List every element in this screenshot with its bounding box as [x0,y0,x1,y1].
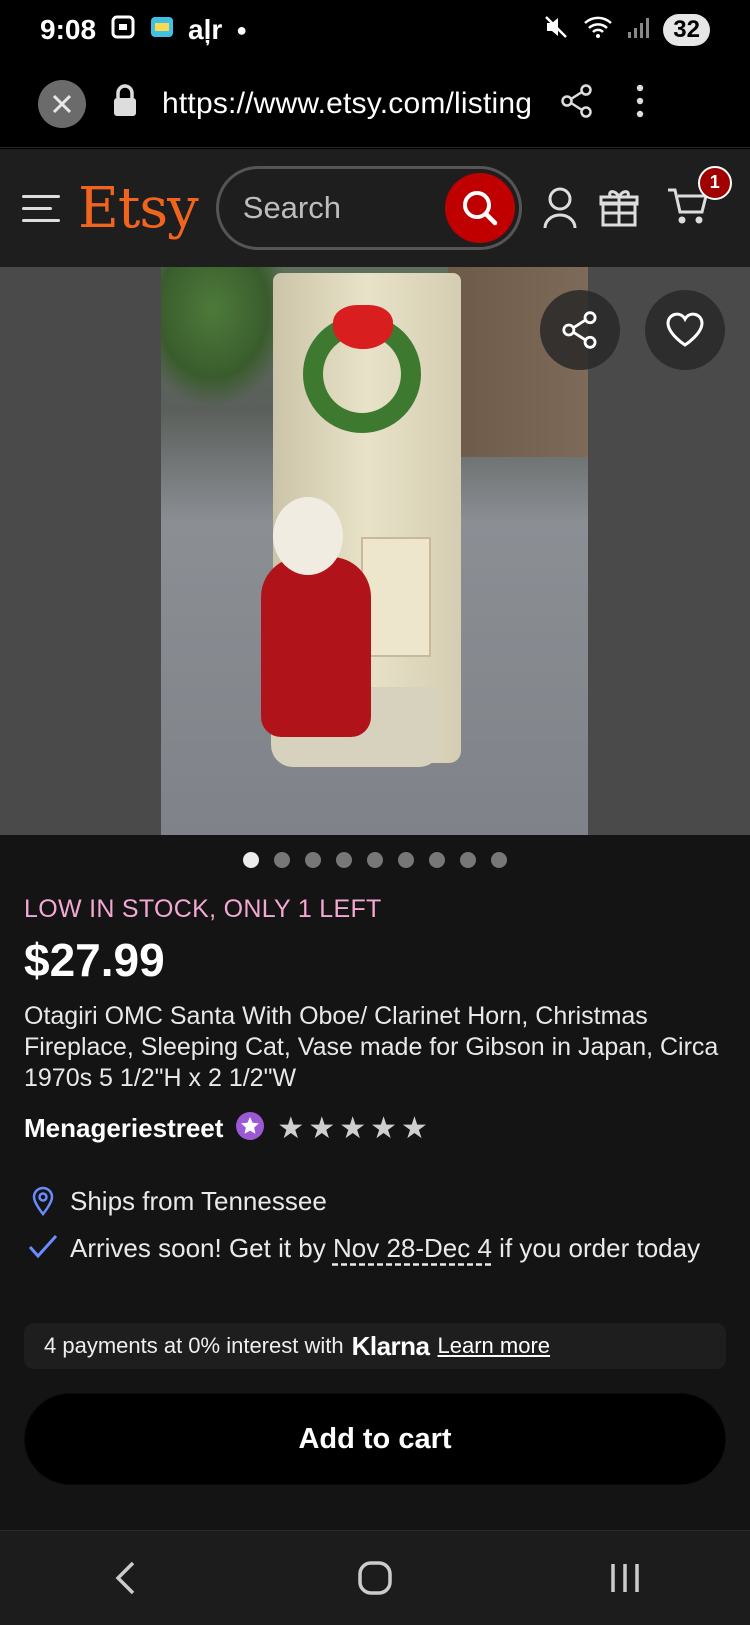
star-icon: ★ [277,1111,305,1145]
close-icon [52,94,72,113]
listing-details: LOW IN STOCK, ONLY 1 LEFT $27.99 Otagiri… [0,835,750,1530]
klarna-learn-more-link[interactable]: Learn more [438,1333,551,1359]
pagination-dot[interactable] [491,852,507,868]
status-time: 9:08 [40,14,97,45]
pagination-dot[interactable] [243,852,259,868]
share-listing-button[interactable] [540,290,620,370]
app-notification-icon [150,14,174,46]
battery-indicator: 32 [663,14,710,46]
gifts-button[interactable] [598,187,640,229]
location-pin-icon [28,1186,58,1216]
shop-row: Menageriestreet ★ ★ ★ ★ ★ [24,1111,428,1146]
dot-icon: ● [236,19,248,40]
rating-stars[interactable]: ★ ★ ★ ★ ★ [277,1111,428,1145]
product-image-gallery[interactable] [0,267,750,835]
arrival-text: Arrives soon! Get it by Nov 28-Dec 4 if … [70,1231,700,1266]
lock-icon [112,84,138,123]
ships-from-row: Ships from Tennessee [28,1184,327,1219]
star-seller-icon [235,1111,265,1146]
klarna-text: 4 payments at 0% interest with [44,1333,344,1358]
share-page-button[interactable] [560,84,594,123]
search-input[interactable]: Search [215,166,522,250]
cart-button[interactable]: 1 [666,165,732,231]
add-to-cart-button[interactable]: Add to cart [24,1393,726,1485]
mute-icon [543,14,569,47]
more-options-button[interactable] [636,84,644,123]
site-header: Etsy Search 1 [0,149,750,267]
klarna-logo: Klarna [351,1330,430,1361]
heart-icon [666,312,704,347]
back-button[interactable] [85,1548,165,1608]
home-icon [358,1561,392,1595]
search-button[interactable] [444,173,515,243]
back-icon [115,1561,135,1595]
star-icon: ★ [339,1111,367,1145]
arrival-prefix: Arrives soon! Get it by [70,1233,333,1263]
screenshot-icon [110,14,136,47]
pagination-dot[interactable] [274,852,290,868]
search-placeholder: Search [242,190,341,225]
arrival-row: Arrives soon! Get it by Nov 28-Dec 4 if … [28,1231,708,1266]
url-text[interactable]: https://www.etsy.com/listing [162,87,532,121]
pagination-dot[interactable] [367,852,383,868]
stock-notice: LOW IN STOCK, ONLY 1 LEFT [24,895,382,923]
kebab-menu-icon [636,84,644,118]
user-icon [543,187,577,229]
search-icon [462,191,498,226]
product-photo[interactable] [161,267,588,835]
checkmark-icon [28,1233,58,1259]
favorite-button[interactable] [645,290,725,370]
pagination-dot[interactable] [336,852,352,868]
star-icon: ★ [401,1111,428,1145]
cart-count-badge: 1 [697,165,732,200]
etsy-logo[interactable]: Etsy [78,176,199,241]
gift-icon [599,190,639,227]
home-button[interactable] [335,1548,415,1608]
status-bar: 9:08 aļr ● 32 [0,0,750,60]
wifi-icon [583,14,613,46]
notification-text: aļr [188,14,223,45]
recents-icon [611,1564,639,1592]
signal-icon [627,14,650,46]
share-icon [562,311,597,349]
share-icon [561,84,592,118]
pagination-dot[interactable] [460,852,476,868]
pagination-dot[interactable] [429,852,445,868]
close-tab-button[interactable] [38,79,86,128]
pagination-dot[interactable] [305,852,321,868]
star-icon: ★ [308,1111,336,1145]
image-pagination [0,852,750,868]
account-button[interactable] [542,186,578,230]
browser-url-bar: https://www.etsy.com/listing [0,60,750,148]
listing-title: Otagiri OMC Santa With Oboe/ Clarinet Ho… [24,1002,719,1092]
system-nav-bar [0,1530,750,1625]
recents-button[interactable] [585,1548,665,1608]
delivery-date-link[interactable]: Nov 28-Dec 4 [333,1233,492,1263]
pagination-dot[interactable] [398,852,414,868]
price: $27.99 [24,934,165,986]
star-icon: ★ [370,1111,398,1145]
klarna-banner: 4 payments at 0% interest with Klarna Le… [24,1323,726,1369]
menu-button[interactable] [22,194,60,222]
shop-name[interactable]: Menageriestreet [24,1113,223,1144]
ships-from-text: Ships from Tennessee [70,1186,327,1216]
arrival-suffix: if you order today [491,1233,701,1263]
